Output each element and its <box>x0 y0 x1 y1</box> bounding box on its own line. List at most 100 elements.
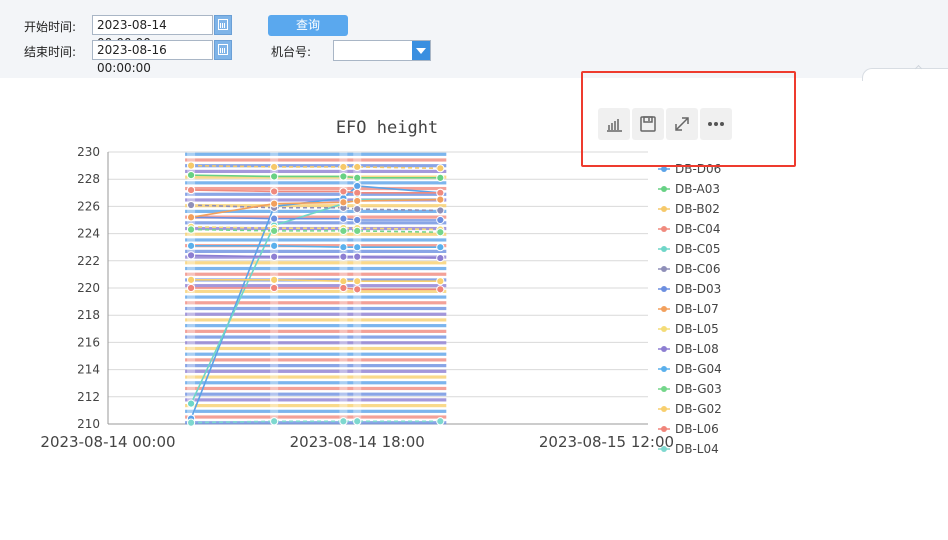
legend-item[interactable]: DB-L08 <box>658 342 719 356</box>
band-stripe <box>185 301 447 305</box>
data-point <box>353 162 362 172</box>
y-tick-label: 226 <box>77 199 100 213</box>
band-stripe <box>185 221 447 225</box>
band-stripe <box>185 226 447 231</box>
band-stripe <box>185 295 447 299</box>
series-line <box>190 198 441 219</box>
x-axis: 2023-08-14 00:00 2023-08-14 18:00 2023-08-… <box>40 423 674 451</box>
band-stripe <box>185 352 447 356</box>
band-stripe <box>185 181 447 185</box>
data-point <box>353 196 362 206</box>
band-stripe <box>185 392 447 396</box>
legend-marker <box>661 326 667 332</box>
band-stripe <box>185 312 447 316</box>
data-point <box>339 214 348 223</box>
legend-marker <box>661 366 667 372</box>
data-point <box>339 277 348 286</box>
legend-item[interactable]: DB-D03 <box>658 282 721 296</box>
data-point <box>353 188 362 197</box>
y-tick-label: 222 <box>77 254 100 268</box>
data-point <box>353 226 362 235</box>
legend-marker <box>661 306 667 312</box>
legend-item[interactable]: DB-L07 <box>658 302 719 316</box>
legend-label: DB-G03 <box>675 382 722 396</box>
legend-label: DB-L04 <box>675 442 719 456</box>
legend-marker <box>661 266 667 272</box>
legend-marker <box>661 386 667 392</box>
legend-marker <box>661 346 667 352</box>
legend-item[interactable]: DB-G02 <box>658 402 722 416</box>
band-stripe <box>185 398 447 402</box>
legend-item[interactable]: DB-G03 <box>658 382 722 396</box>
data-point <box>270 417 279 426</box>
legend-marker <box>661 406 667 412</box>
legend-label: DB-L06 <box>675 422 719 436</box>
data-point <box>339 226 348 235</box>
data-point <box>353 181 362 191</box>
data-point <box>436 277 445 286</box>
band-stripe <box>185 152 447 156</box>
data-point <box>436 243 445 252</box>
band-stripe <box>185 238 447 242</box>
legend-marker <box>661 226 667 232</box>
data-point <box>353 205 362 214</box>
data-point <box>186 418 196 427</box>
legend-item[interactable]: DB-C05 <box>658 242 720 256</box>
band-stripe <box>185 386 447 391</box>
data-point <box>353 252 362 261</box>
legend-label: DB-C06 <box>675 262 720 276</box>
y-tick-label: 218 <box>77 308 100 322</box>
series-lines <box>186 161 445 427</box>
data-point <box>270 252 279 261</box>
legend-label: DB-L08 <box>675 342 719 356</box>
data-point <box>339 252 348 261</box>
band-stripe <box>185 409 447 413</box>
data-point <box>186 185 196 195</box>
y-tick-label: 214 <box>77 363 100 377</box>
legend[interactable]: DB-D06DB-A03DB-B02DB-C04DB-C05DB-C06DB-D… <box>658 162 722 456</box>
highlight-box <box>581 71 796 167</box>
legend-item[interactable]: DB-C04 <box>658 222 720 236</box>
data-point <box>270 187 279 196</box>
data-point <box>186 283 196 293</box>
y-tick-label: 212 <box>77 390 100 404</box>
band-stripe <box>185 346 447 351</box>
band-stripe <box>185 204 447 208</box>
data-point <box>436 215 445 225</box>
chart-title: EFO height <box>336 118 438 138</box>
legend-label: DB-C04 <box>675 222 720 236</box>
x-tick-label: 2023-08-14 00:00 <box>40 433 175 451</box>
band-stripe <box>185 421 447 425</box>
band-stripe <box>185 324 447 328</box>
legend-label: DB-L05 <box>675 322 719 336</box>
data-point <box>186 213 196 222</box>
data-point <box>186 225 196 234</box>
data-point <box>339 162 348 172</box>
data-point <box>186 275 196 284</box>
legend-marker <box>661 246 667 252</box>
band-stripe <box>185 169 447 174</box>
efo-height-chart: EFO height 210 212 214 216 218 220 222 224 226 22… <box>40 118 722 456</box>
legend-item[interactable]: DB-A03 <box>658 182 720 196</box>
band-stripe <box>185 266 447 271</box>
band-stripe <box>185 306 447 311</box>
data-point <box>339 283 348 293</box>
band-stripe <box>185 364 447 368</box>
x-tick-label: 2023-08-15 12:00 <box>539 433 674 451</box>
data-point <box>353 417 362 426</box>
legend-label: DB-L07 <box>675 302 719 316</box>
legend-item[interactable]: DB-L05 <box>658 322 719 336</box>
legend-label: DB-A03 <box>675 182 720 196</box>
data-point <box>353 277 362 286</box>
band-stripe <box>185 358 447 362</box>
legend-item[interactable]: DB-B02 <box>658 202 720 216</box>
y-tick-label: 216 <box>77 335 100 349</box>
data-point <box>436 173 445 182</box>
data-point <box>436 206 445 215</box>
band-stripe <box>185 272 447 276</box>
legend-item[interactable]: DB-C06 <box>658 262 720 276</box>
band-stripe <box>185 375 447 379</box>
data-point <box>270 226 279 235</box>
legend-item[interactable]: DB-G04 <box>658 362 722 376</box>
data-point <box>270 275 279 284</box>
